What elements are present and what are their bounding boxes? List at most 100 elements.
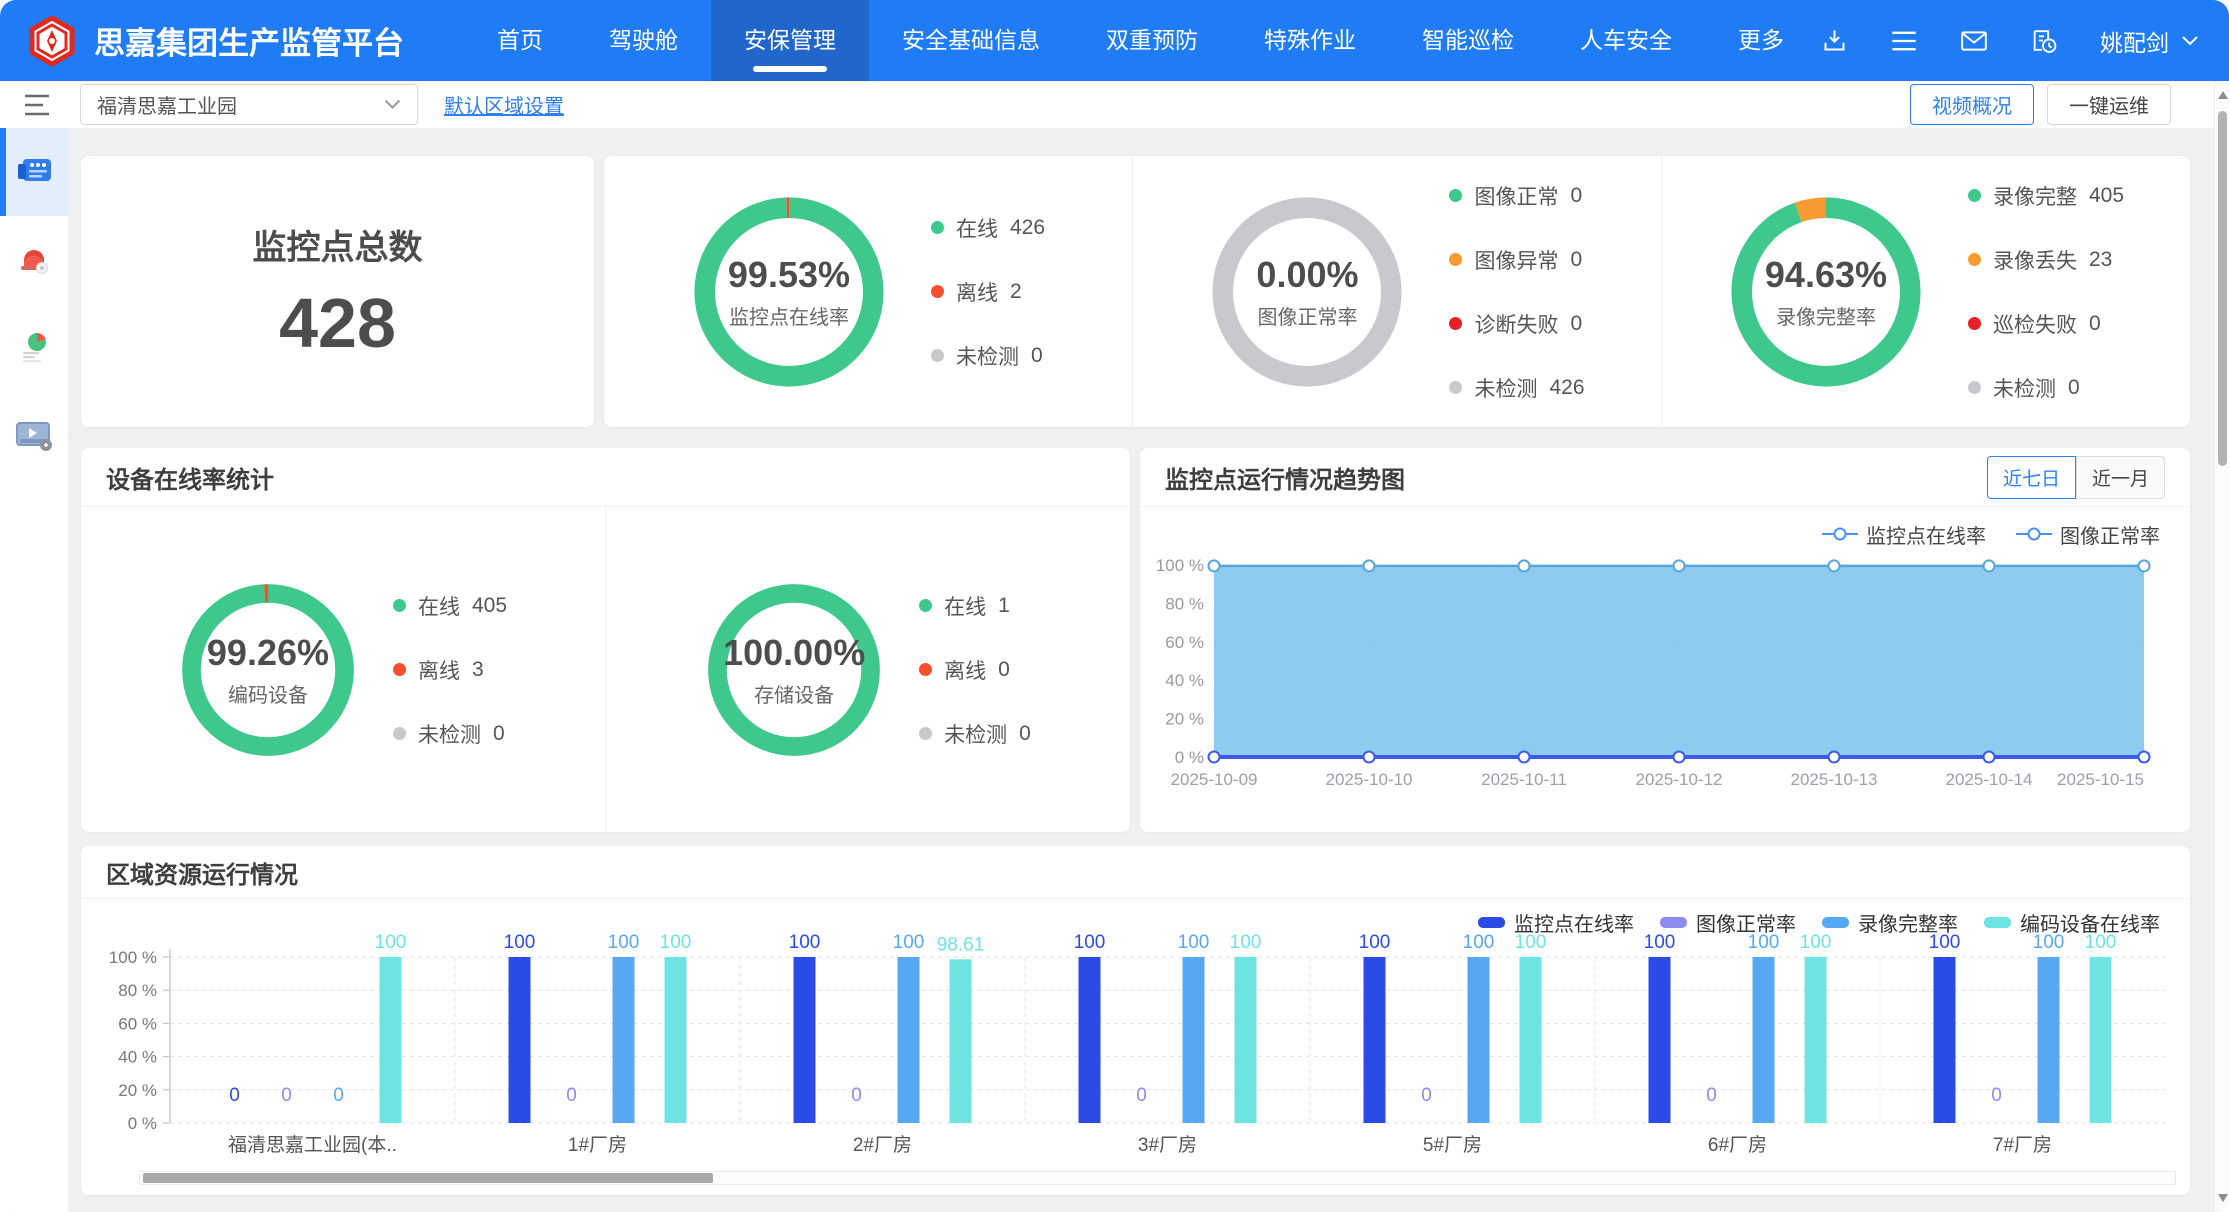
legend-dot-icon [1968,253,1981,266]
svg-text:80 %: 80 % [118,981,157,1000]
svg-text:100: 100 [375,932,407,953]
nav-item-2[interactable]: 安保管理 [711,0,869,81]
legend-item[interactable]: 录像完整405 [1968,181,2124,211]
legend-item[interactable]: 图像异常0 [1449,245,1584,275]
legend-item[interactable]: 在线1 [919,591,1031,621]
legend-item[interactable]: 在线426 [931,213,1045,243]
region-legend-item[interactable]: 图像正常率 [1660,908,1796,937]
navbar-menu: 首页驾驶舱安保管理安全基础信息双重预防特殊作业智能巡检人车安全更多 [464,0,1817,81]
svg-text:1#厂房: 1#厂房 [568,1134,627,1156]
sidebar-item-video[interactable] [0,392,68,480]
nav-item-5[interactable]: 特殊作业 [1231,0,1389,81]
svg-text:0: 0 [1991,1085,2002,1106]
nav-item-4[interactable]: 双重预防 [1073,0,1231,81]
legend-name: 图像异常 [1474,245,1558,275]
line-marker-icon [2016,527,2052,541]
trend-legend: 监控点在线率 图像正常率 [1140,507,2190,549]
legend-value: 426 [1010,216,1045,240]
tab-last-month[interactable]: 近一月 [2076,456,2165,499]
one-key-ops-button[interactable]: 一键运维 [2047,84,2171,125]
legend-name: 录像完整 [1993,181,2077,211]
trend-legend-item[interactable]: 图像正常率 [2016,520,2160,549]
legend-value: 0 [998,658,1010,682]
svg-text:2025-10-09: 2025-10-09 [1171,770,1258,789]
region-legend-item[interactable]: 录像完整率 [1822,908,1958,937]
legend-value: 0 [1019,722,1031,746]
download-icon[interactable] [1821,27,1848,54]
main-content: 监控点总数 428 99.53%监控点在线率在线426离线2未检测0 0.00%… [68,128,2190,1195]
nav-item-6[interactable]: 智能巡检 [1389,0,1547,81]
sidebar-item-monitor-wall[interactable] [0,128,68,216]
legend-item[interactable]: 未检测0 [931,341,1045,371]
scroll-down-arrow-icon[interactable] [2218,1194,2228,1202]
svg-text:100: 100 [1178,932,1210,953]
top-navbar: 思嘉集团生产监管平台 首页驾驶舱安保管理安全基础信息双重预防特殊作业智能巡检人车… [0,0,2229,81]
default-region-link[interactable]: 默认区域设置 [444,90,564,119]
donut-center-text: 94.63%录像完整率 [1728,194,1924,390]
legend-item[interactable]: 图像正常0 [1449,181,1584,211]
svg-text:20 %: 20 % [118,1081,157,1100]
report-pie-icon [16,330,52,366]
nav-item-1[interactable]: 驾驶舱 [576,0,711,81]
legend-name: 未检测 [1474,373,1537,403]
vertical-scrollbar[interactable] [2214,81,2229,1212]
horizontal-scrollbar-thumb[interactable] [143,1173,713,1183]
legend-item[interactable]: 离线0 [919,655,1031,685]
collapse-sidebar-icon[interactable] [24,94,54,116]
legend-item[interactable]: 巡检失败0 [1968,309,2124,339]
svg-text:100: 100 [1230,932,1262,953]
video-overview-button[interactable]: 视频概况 [1910,84,2034,125]
region-legend-label: 监控点在线率 [1514,908,1634,937]
scroll-up-arrow-icon[interactable] [2218,91,2228,99]
nav-item-7[interactable]: 人车安全 [1547,0,1705,81]
legend-dot-icon [1449,189,1462,202]
nav-item-8[interactable]: 更多 [1705,0,1817,81]
legend-item[interactable]: 录像丢失23 [1968,245,2124,275]
region-legend-item[interactable]: 编码设备在线率 [1984,908,2160,937]
sidebar-item-alarm[interactable] [0,216,68,304]
trend-legend-label: 监控点在线率 [1866,520,1986,549]
region-select[interactable]: 福清思嘉工业园 [80,84,418,125]
line-marker-icon [1822,527,1858,541]
donut-legend: 在线426 离线 2 未检测0 [931,213,1045,371]
tab-last-7-days[interactable]: 近七日 [1987,456,2076,499]
region-section-title: 区域资源运行情况 [106,855,298,890]
region-legend-item[interactable]: 监控点在线率 [1478,908,1634,937]
trend-legend-item[interactable]: 监控点在线率 [1822,520,1986,549]
svg-text:100: 100 [660,932,692,953]
svg-text:7#厂房: 7#厂房 [1993,1134,2052,1156]
toolbar: 福清思嘉工业园 默认区域设置 视频概况 一键运维 [0,81,2229,128]
legend-item[interactable]: 在线405 [393,591,507,621]
region-legend: 监控点在线率图像正常率录像完整率编码设备在线率 [81,899,2190,935]
nav-item-0[interactable]: 首页 [464,0,576,81]
region-select-value: 福清思嘉工业园 [97,90,384,119]
sidebar-item-report[interactable] [0,304,68,392]
legend-name: 未检测 [1993,373,2056,403]
report-clock-icon[interactable] [2030,27,2058,54]
mail-icon[interactable] [1960,29,1988,53]
legend-item[interactable]: 离线 2 [931,277,1045,307]
legend-item[interactable]: 未检测0 [1968,373,2124,403]
legend-dot-icon [931,221,944,234]
legend-dot-icon [931,349,944,362]
legend-name: 离线 [956,277,998,307]
nav-item-3[interactable]: 安全基础信息 [869,0,1073,81]
legend-item[interactable]: 未检测0 [919,719,1031,749]
legend-item[interactable]: 未检测0 [393,719,507,749]
vertical-scrollbar-thumb[interactable] [2218,111,2227,466]
svg-text:0: 0 [1136,1085,1147,1106]
svg-text:60 %: 60 % [1165,633,1204,652]
menu-lines-icon[interactable] [1890,29,1918,53]
legend-item[interactable]: 离线3 [393,655,507,685]
legend-value: 2 [1010,280,1022,304]
trend-section-title: 监控点运行情况趋势图 [1165,460,1405,495]
donut-center-text: 99.26%编码设备 [179,581,357,759]
horizontal-scrollbar[interactable] [139,1171,2176,1185]
legend-name: 离线 [418,655,460,685]
trend-legend-label: 图像正常率 [2060,520,2160,549]
chevron-down-icon [384,99,401,110]
legend-item[interactable]: 诊断失败0 [1449,309,1584,339]
user-menu[interactable]: 姚配剑 [2100,24,2199,58]
legend-item[interactable]: 未检测426 [1449,373,1584,403]
donut-center-text: 0.00%图像正常率 [1209,194,1405,390]
